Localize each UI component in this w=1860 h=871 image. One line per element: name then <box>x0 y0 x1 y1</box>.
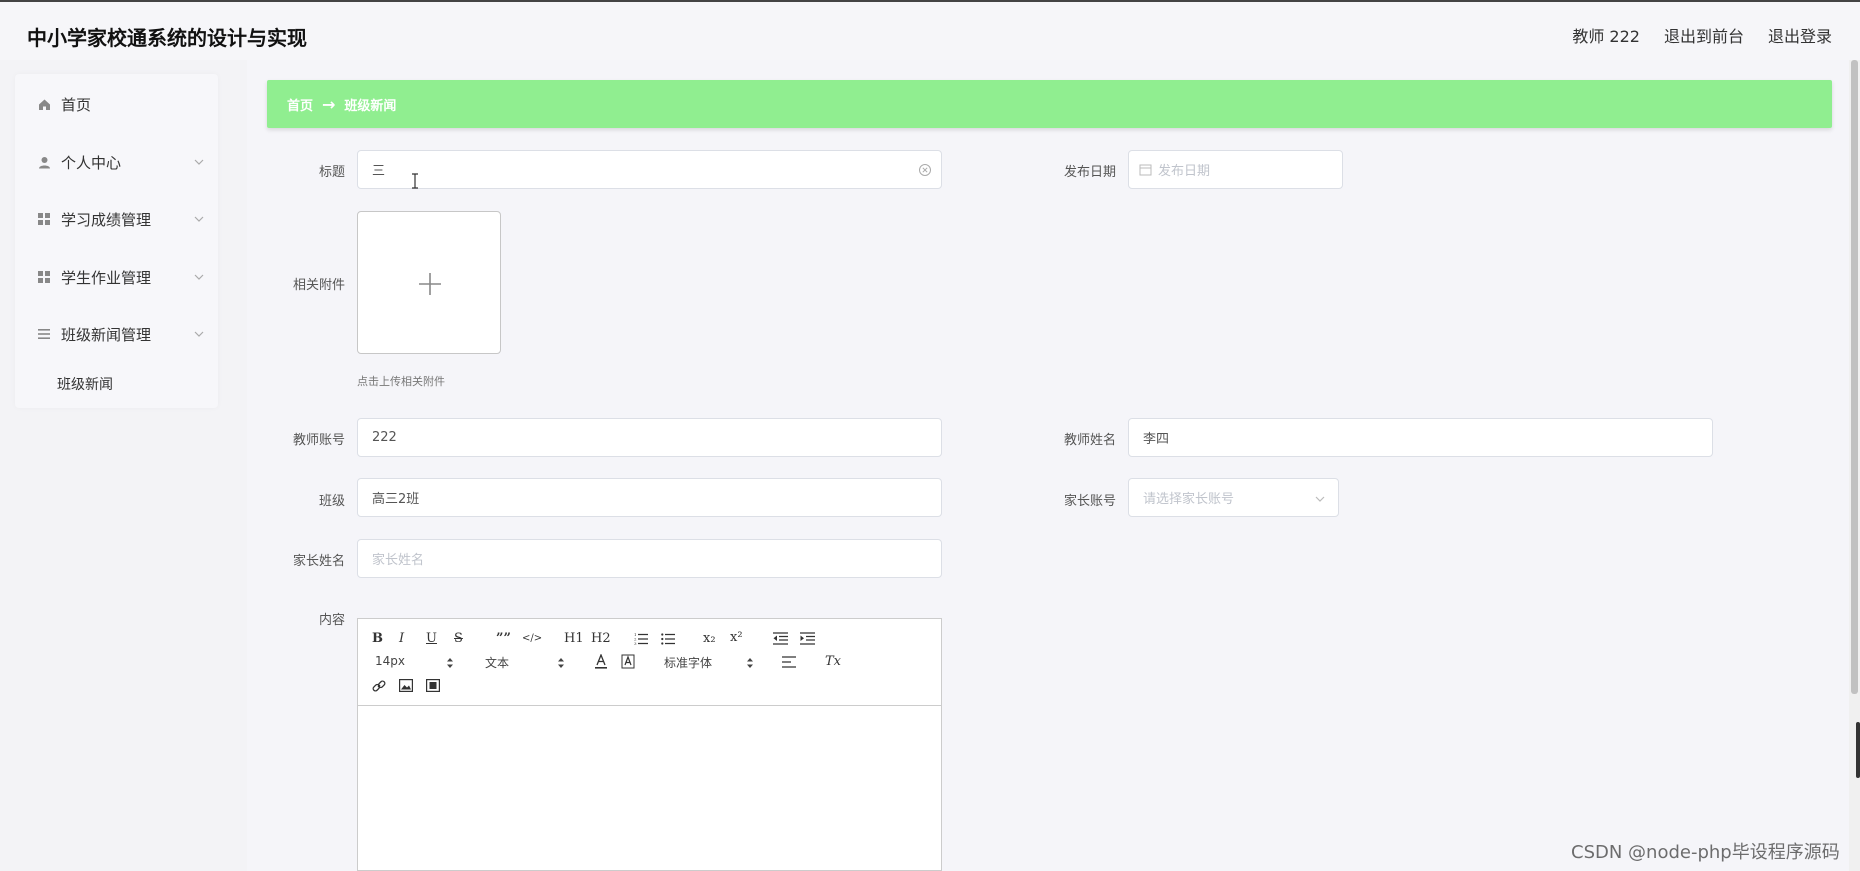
grid-icon <box>37 270 51 284</box>
teacher-account-label: 教师账号 <box>292 433 345 448</box>
scroll-indicator <box>1856 722 1860 778</box>
align-icon[interactable] <box>782 656 796 668</box>
teacher-name-value: 李四 <box>1143 432 1170 447</box>
sidebar-item-home[interactable]: 首页 <box>15 84 218 124</box>
sidebar-item-profile[interactable]: 个人中心 <box>15 142 218 182</box>
sidebar-item-homework[interactable]: 学生作业管理 <box>15 257 218 297</box>
top-header: 中小学家校通系统的设计与实现 教师 222 退出到前台 退出登录 <box>0 0 1860 60</box>
sidebar-menu: 首页 个人中心 学习成绩管理 学生作业管理 班级新闻管理 班级新闻 <box>15 74 218 408</box>
parent-name-label: 家长姓名 <box>292 554 345 569</box>
text-cursor-icon <box>412 173 418 189</box>
title-label: 标题 <box>318 165 345 180</box>
editor-toolbar: B I U S ”” </> H1 H2 123 x₂ x² 14px 文本 标… <box>358 619 941 706</box>
font-size-value: 14px <box>375 654 405 668</box>
blockquote-button[interactable]: ”” <box>496 631 511 647</box>
sidebar-subitem-class-news[interactable]: 班级新闻 <box>15 366 218 402</box>
teacher-account-input[interactable]: 222 <box>357 418 942 457</box>
breadcrumb-current: 班级新闻 <box>344 98 397 114</box>
sidebar-item-label: 个人中心 <box>61 153 122 172</box>
svg-text:3: 3 <box>634 641 637 645</box>
background-color-icon[interactable] <box>621 654 635 669</box>
user-label: 教师 222 <box>1572 27 1640 46</box>
chevron-down-icon <box>194 216 204 222</box>
chevron-down-icon <box>194 274 204 280</box>
parent-account-select[interactable]: 请选择家长账号 <box>1128 478 1339 517</box>
sidebar-item-label: 首页 <box>61 95 92 114</box>
indent-icon[interactable] <box>800 632 815 645</box>
back-to-front-link[interactable]: 退出到前台 <box>1664 23 1744 47</box>
class-value: 高三2班 <box>372 492 420 507</box>
breadcrumb-home[interactable]: 首页 <box>287 95 313 114</box>
parent-account-placeholder: 请选择家长账号 <box>1143 492 1235 507</box>
grid-icon <box>37 212 51 226</box>
sidebar-item-grades[interactable]: 学习成绩管理 <box>15 199 218 239</box>
clear-format-button[interactable]: Tx <box>825 654 841 670</box>
attachment-hint: 点击上传相关附件 <box>357 375 445 388</box>
code-button[interactable]: </> <box>522 631 542 647</box>
sidebar-item-class-news[interactable]: 班级新闻管理 <box>15 314 218 354</box>
publish-date-label: 发布日期 <box>1063 165 1116 180</box>
h2-button[interactable]: H2 <box>591 631 611 647</box>
font-size-select[interactable]: 14px <box>375 654 405 668</box>
list-icon <box>37 327 51 341</box>
h1-button[interactable]: H1 <box>564 631 584 647</box>
watermark: CSDN @node-php毕设程序源码 <box>1571 842 1840 863</box>
link-icon[interactable] <box>372 679 386 693</box>
publish-date-placeholder: 发布日期 <box>1158 164 1211 179</box>
title-input[interactable]: 三 <box>357 150 942 189</box>
updown-arrow-icon <box>558 658 564 668</box>
chevron-down-icon <box>1315 496 1325 502</box>
updown-arrow-icon <box>747 658 753 668</box>
bullet-list-icon[interactable] <box>661 632 675 645</box>
class-label: 班级 <box>318 494 345 509</box>
text-style-select[interactable]: 文本 <box>485 654 509 671</box>
publish-date-input[interactable]: 发布日期 <box>1128 150 1343 189</box>
teacher-account-value: 222 <box>372 430 397 445</box>
font-family-select[interactable]: 标准字体 <box>664 654 712 671</box>
video-icon[interactable] <box>426 679 440 692</box>
header-links: 教师 222 退出到前台 退出登录 <box>1572 23 1832 47</box>
parent-account-label: 家长账号 <box>1063 494 1116 509</box>
image-icon[interactable] <box>399 679 413 692</box>
sidebar-item-label: 班级新闻管理 <box>61 325 152 344</box>
font-family-value: 标准字体 <box>664 656 713 670</box>
font-color-icon[interactable] <box>594 654 608 669</box>
app-title: 中小学家校通系统的设计与实现 <box>27 26 307 50</box>
underline-button[interactable]: U <box>426 631 437 647</box>
home-icon <box>37 97 51 111</box>
subscript-button[interactable]: x₂ <box>703 631 716 647</box>
sidebar-item-label: 学习成绩管理 <box>61 210 152 229</box>
ordered-list-icon[interactable]: 123 <box>634 632 648 645</box>
chevron-down-icon <box>194 331 204 337</box>
parent-name-input[interactable]: 家长姓名 <box>357 539 942 578</box>
breadcrumb: 首页 → 班级新闻 <box>267 80 1832 128</box>
bold-button[interactable]: B <box>372 631 383 647</box>
user-icon <box>37 155 51 169</box>
teacher-name-label: 教师姓名 <box>1063 433 1116 448</box>
strike-button[interactable]: S <box>454 631 463 647</box>
updown-arrow-icon <box>447 658 453 668</box>
title-value: 三 <box>372 164 386 179</box>
parent-name-placeholder: 家长姓名 <box>372 553 425 568</box>
content-label: 内容 <box>318 613 345 628</box>
class-input[interactable]: 高三2班 <box>357 478 942 517</box>
text-style-value: 文本 <box>485 656 510 670</box>
logout-link[interactable]: 退出登录 <box>1768 23 1832 47</box>
calendar-icon <box>1139 164 1152 176</box>
chevron-down-icon <box>194 159 204 165</box>
outdent-icon[interactable] <box>773 632 788 645</box>
attachment-label: 相关附件 <box>292 278 345 293</box>
teacher-name-input[interactable]: 李四 <box>1128 418 1713 457</box>
breadcrumb-separator: → <box>322 94 336 114</box>
clear-icon[interactable] <box>918 163 932 177</box>
scrollbar-thumb[interactable] <box>1851 60 1858 694</box>
italic-button[interactable]: I <box>399 631 404 647</box>
plus-icon <box>419 273 441 295</box>
attachment-upload-box[interactable] <box>357 211 501 354</box>
sidebar-item-label: 学生作业管理 <box>61 268 152 287</box>
superscript-button[interactable]: x² <box>730 630 743 646</box>
rich-text-editor[interactable]: B I U S ”” </> H1 H2 123 x₂ x² 14px 文本 标… <box>357 618 942 871</box>
